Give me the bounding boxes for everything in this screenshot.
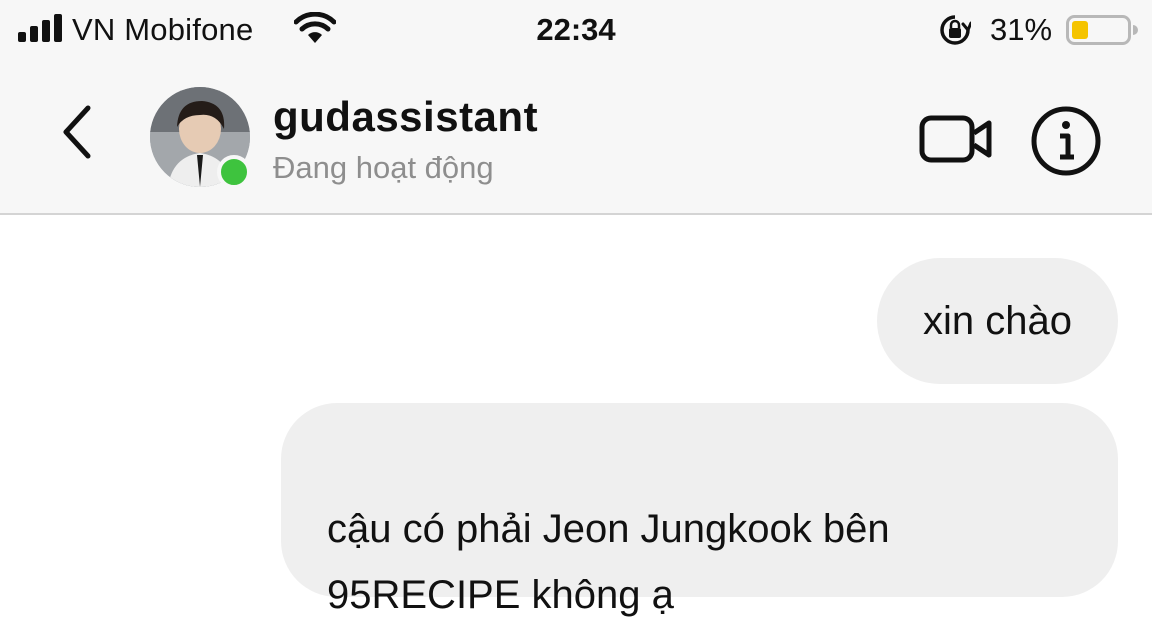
video-camera-icon — [919, 115, 992, 163]
chat-header: gudassistant Đang hoạt động — [0, 60, 1152, 215]
presence-status: Đang hoạt động — [273, 150, 494, 185]
video-call-button[interactable] — [918, 114, 994, 164]
active-status-dot — [217, 155, 251, 189]
message-text: xin chào — [923, 299, 1072, 343]
status-clock: 22:34 — [536, 12, 616, 47]
message-thread: xin chào cậu có phải Jeon Jungkook bên 9… — [0, 215, 1152, 617]
battery-icon — [1066, 15, 1138, 45]
chevron-left-icon — [63, 105, 91, 159]
back-button[interactable] — [52, 100, 104, 164]
message-bubble-outgoing[interactable]: cậu có phải Jeon Jungkook bên 95RECIPE k… — [281, 403, 1118, 617]
chat-username[interactable]: gudassistant — [273, 93, 538, 141]
battery-percentage: 31% — [990, 12, 1053, 47]
rotation-lock-icon — [940, 15, 971, 45]
info-icon — [1031, 106, 1101, 176]
message-text: cậu có phải Jeon Jungkook bên 95RECIPE k… — [327, 507, 890, 617]
message-bubble-outgoing[interactable]: xin chào — [877, 258, 1118, 384]
info-button[interactable] — [1030, 105, 1102, 177]
status-bar: VN Mobifone 22:34 31% — [0, 0, 1152, 60]
